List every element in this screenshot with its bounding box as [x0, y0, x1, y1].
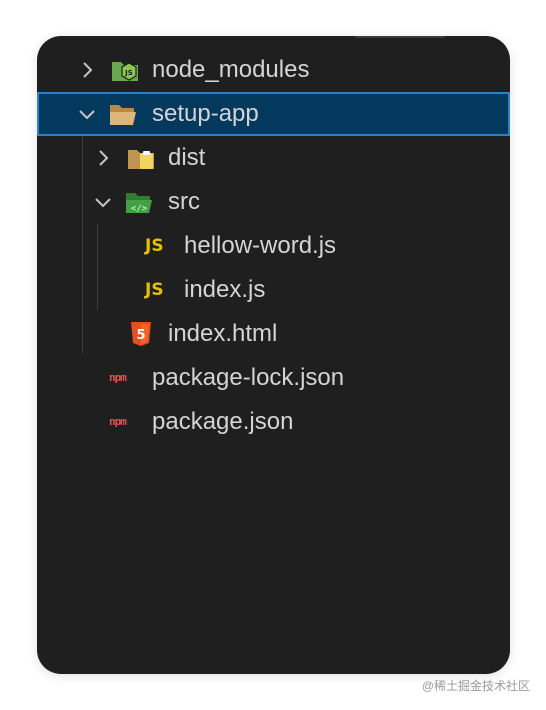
javascript-file-icon: JS: [145, 280, 164, 300]
tree-item-label: src: [168, 188, 200, 215]
html5-file-icon: 5: [131, 322, 151, 346]
tree-item-package-lock-json[interactable]: npm package-lock.json: [37, 356, 510, 400]
tree-item-src[interactable]: </> src: [37, 180, 510, 224]
open-folder-icon: [110, 105, 136, 125]
tree-item-label: hellow-word.js: [184, 232, 337, 259]
nodejs-folder-icon: JS: [112, 62, 138, 81]
tree-item-label: setup-app: [152, 100, 259, 127]
javascript-file-icon: JS: [145, 236, 164, 256]
npm-file-icon: npm: [109, 415, 127, 428]
scroll-shadow: [355, 36, 445, 38]
svg-text:5: 5: [136, 328, 145, 343]
tree-item-package-json[interactable]: npm package.json: [37, 400, 510, 444]
svg-text:JS: JS: [124, 69, 133, 77]
tree-item-label: index.js: [184, 276, 266, 303]
chevron-right-icon[interactable]: [93, 148, 113, 168]
npm-file-icon: npm: [109, 371, 127, 384]
tree-item-index-html[interactable]: 5 index.html: [37, 312, 510, 356]
tree-item-index-js[interactable]: JS index.js: [37, 268, 510, 312]
tree-item-label: index.html: [168, 320, 278, 347]
tree-item-label: node_modules: [152, 56, 310, 83]
tree-item-label: package-lock.json: [152, 364, 345, 391]
src-folder-icon: </>: [126, 193, 152, 214]
watermark: @稀土掘金技术社区: [421, 679, 530, 693]
svg-text:</>: </>: [131, 204, 148, 214]
tree-item-label: package.json: [152, 408, 294, 435]
tree-item-label: dist: [168, 144, 206, 171]
chevron-down-icon[interactable]: [93, 192, 113, 212]
dist-folder-icon: [128, 150, 154, 169]
tree-item-node-modules[interactable]: JS node_modules: [37, 48, 510, 92]
chevron-down-icon[interactable]: [77, 104, 97, 124]
file-explorer-panel: JS node_modules setup-app dist </> src J…: [37, 36, 510, 674]
chevron-right-icon[interactable]: [77, 60, 97, 80]
tree-item-dist[interactable]: dist: [37, 136, 510, 180]
tree-item-setup-app[interactable]: setup-app: [37, 92, 510, 136]
tree-item-hellow-word-js[interactable]: JS hellow-word.js: [37, 224, 510, 268]
